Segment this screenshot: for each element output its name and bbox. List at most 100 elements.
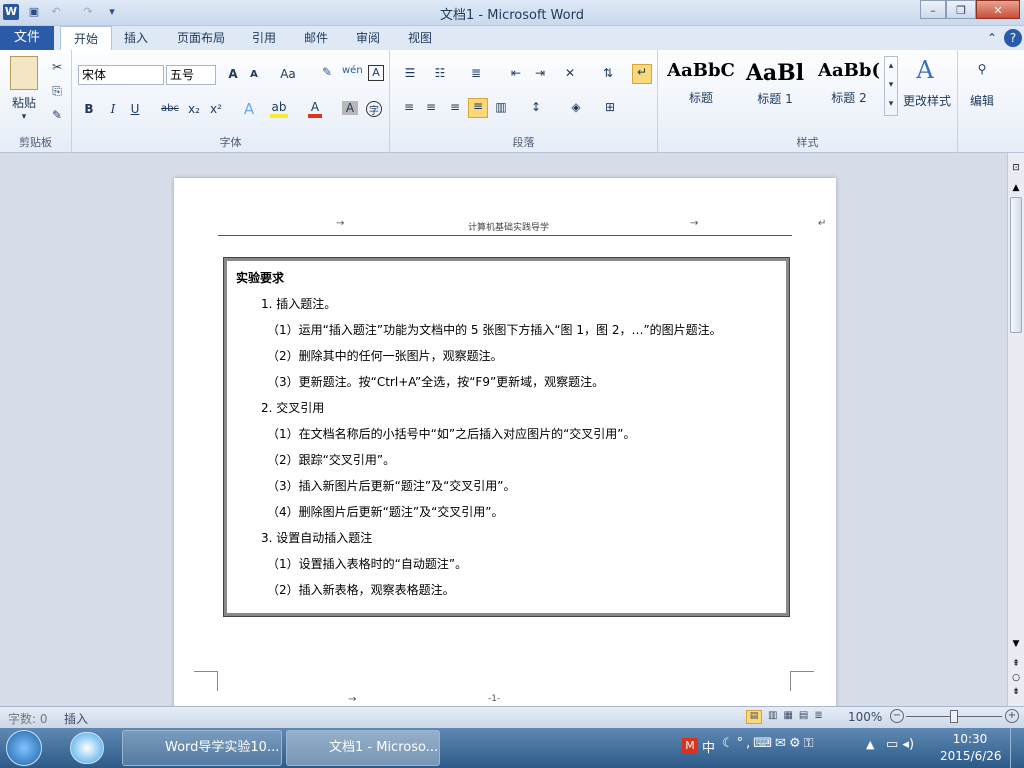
vertical-scrollbar[interactable]: ⊡ ▲ ▼ ⇞ ○ ⇟ — [1007, 153, 1024, 706]
paragraph-label: 段落 — [512, 136, 535, 149]
tab-insert[interactable]: 插入 — [116, 26, 156, 50]
next-page-icon[interactable]: ⇟ — [1009, 687, 1023, 697]
character-shading-icon[interactable]: A — [342, 101, 358, 115]
change-styles-button[interactable]: 更改样式 — [898, 92, 956, 109]
line-spacing-icon[interactable]: ↕ — [526, 100, 546, 114]
bold-button[interactable]: B — [82, 102, 96, 116]
show-marks-icon[interactable]: ↵ — [632, 64, 652, 84]
numbering-icon[interactable]: ☷ — [430, 66, 450, 80]
shading-icon[interactable]: ◈ — [566, 100, 586, 114]
list-item: （1）设置插入表格时的“自动题注”。 — [267, 557, 468, 571]
ribbon-tabs: 文件 开始 插入 页面布局 引用 邮件 审阅 视图 ⌃ ? — [0, 26, 1024, 50]
borders-icon[interactable]: ⊞ — [600, 100, 620, 114]
ribbon-collapse-icon[interactable]: ⌃ — [984, 26, 1000, 50]
print-layout-icon[interactable]: ▤ — [746, 710, 762, 724]
style-heading-2[interactable]: AaBb( 标题 2 — [814, 60, 884, 120]
enclose-characters-icon[interactable]: 字 — [366, 101, 382, 117]
character-border-icon[interactable]: A — [368, 65, 384, 81]
find-icon[interactable]: ⚲ — [972, 62, 992, 76]
cut-icon[interactable]: ✂ — [50, 60, 64, 74]
clear-formatting-icon[interactable]: ✎ — [318, 65, 336, 79]
tab-review[interactable]: 审阅 — [348, 26, 388, 50]
show-desktop-button[interactable] — [1010, 728, 1024, 768]
insert-mode[interactable]: 插入 — [64, 710, 88, 727]
tab-page-layout[interactable]: 页面布局 — [170, 26, 232, 50]
sort-icon[interactable]: ⇅ — [598, 66, 618, 80]
align-left-icon[interactable]: ≡ — [400, 100, 418, 114]
tab-view[interactable]: 视图 — [400, 26, 440, 50]
style-heading-1[interactable]: AaBl 标题 1 — [740, 60, 810, 120]
help-icon[interactable]: ? — [1004, 29, 1022, 47]
zoom-level[interactable]: 100% — [848, 710, 882, 724]
distributed-icon[interactable]: ▥ — [492, 100, 510, 114]
zoom-slider-thumb[interactable] — [950, 710, 958, 723]
ime-logo-icon[interactable]: M — [682, 738, 698, 754]
window-title: 文档1 - Microsoft Word — [440, 8, 584, 23]
view-icons[interactable]: ▥▦▤≣ — [768, 710, 828, 721]
shrink-font-button[interactable]: A — [248, 69, 260, 80]
clock-date[interactable]: 2015/6/26 — [940, 749, 1002, 763]
justify-icon[interactable]: ≡ — [468, 98, 488, 118]
edit-button[interactable]: 编辑 — [960, 92, 1004, 109]
zoom-out-icon[interactable]: − — [890, 709, 904, 723]
change-case-button[interactable]: Aa — [278, 67, 298, 81]
font-name-field[interactable]: 宋体 — [78, 65, 164, 85]
align-right-icon[interactable]: ≡ — [446, 100, 464, 114]
font-size-field[interactable]: 五号 — [166, 65, 216, 85]
document-page[interactable]: → 计算机基础实践导学 → ↵ 实验要求 1. 插入题注。 （1）运用“插入题注… — [174, 178, 836, 706]
chinese-layout-icon[interactable]: ✕ — [560, 66, 580, 80]
strikethrough-button[interactable]: abc — [158, 103, 182, 114]
browse-object-icon[interactable]: ○ — [1009, 673, 1023, 683]
ime-mode[interactable]: 中 — [702, 737, 715, 756]
format-painter-icon[interactable]: ✎ — [50, 108, 64, 122]
paste-dropdown-icon[interactable]: ▾ — [18, 112, 30, 122]
style-title[interactable]: AaBbC 标题 — [666, 60, 736, 120]
close-button[interactable]: ✕ — [976, 0, 1020, 19]
text-effects-icon[interactable]: A — [240, 100, 258, 118]
paste-icon[interactable] — [10, 56, 38, 90]
copy-icon[interactable]: ⎘ — [50, 84, 64, 99]
italic-button[interactable]: I — [106, 102, 120, 116]
increase-indent-icon[interactable]: ⇥ — [530, 66, 550, 80]
word-count[interactable]: 字数: 0 — [8, 710, 48, 727]
underline-button[interactable]: U — [128, 102, 142, 116]
taskbar-item-explorer[interactable]: Word导学实验10... — [122, 730, 282, 766]
maximize-button[interactable]: ❐ — [946, 0, 976, 19]
minimize-button[interactable]: – — [920, 0, 946, 19]
highlight-icon[interactable]: ab — [270, 100, 288, 118]
show-hidden-icons-icon[interactable]: ▲ — [866, 738, 874, 751]
decrease-indent-icon[interactable]: ⇤ — [506, 66, 526, 80]
list-item: （4）删除图片后更新“题注”及“交叉引用”。 — [267, 505, 504, 519]
tab-mailings[interactable]: 邮件 — [296, 26, 336, 50]
styles-scroll-icon[interactable]: ▴ ▾ ▾ — [884, 56, 898, 116]
status-bar: 字数: 0 插入 ▤ ▥▦▤≣ 100% − + — [0, 706, 1024, 728]
grow-font-button[interactable]: A — [226, 67, 240, 81]
ruler-toggle-icon[interactable]: ⊡ — [1009, 163, 1023, 177]
browser-icon[interactable] — [70, 732, 104, 764]
scroll-down-icon[interactable]: ▼ — [1009, 639, 1023, 649]
tab-references[interactable]: 引用 — [244, 26, 284, 50]
network-volume-icons[interactable]: ▭ ◂) — [886, 737, 920, 752]
change-styles-icon[interactable]: A — [914, 56, 936, 84]
multilevel-list-icon[interactable]: ≣ — [466, 66, 486, 80]
subscript-button[interactable]: x₂ — [186, 102, 202, 116]
bullets-icon[interactable]: ☰ — [400, 66, 420, 80]
tab-home[interactable]: 开始 — [60, 26, 112, 50]
margin-corner — [790, 671, 814, 691]
superscript-button[interactable]: x² — [208, 102, 224, 116]
phonetic-guide-icon[interactable]: wén — [342, 65, 363, 76]
tray-icons[interactable]: ☾°,⌨✉⚙⚿ — [722, 736, 862, 751]
start-button[interactable] — [6, 730, 42, 766]
font-color-icon[interactable]: A — [308, 100, 322, 118]
tab-file[interactable]: 文件 — [0, 26, 54, 50]
scroll-up-icon[interactable]: ▲ — [1009, 183, 1023, 193]
requirements-text-box[interactable]: 实验要求 1. 插入题注。 （1）运用“插入题注”功能为文档中的 5 张图下方插… — [223, 257, 790, 617]
paste-button[interactable]: 粘贴 — [6, 94, 42, 111]
previous-page-icon[interactable]: ⇞ — [1009, 659, 1023, 669]
style-name: 标题 2 — [831, 91, 867, 105]
zoom-in-icon[interactable]: + — [1005, 709, 1019, 723]
align-center-icon[interactable]: ≡ — [422, 100, 440, 114]
taskbar-item-word[interactable]: 文档1 - Microso... — [286, 730, 440, 766]
scroll-thumb[interactable] — [1010, 197, 1022, 333]
clock-time[interactable]: 10:30 — [940, 732, 1000, 746]
